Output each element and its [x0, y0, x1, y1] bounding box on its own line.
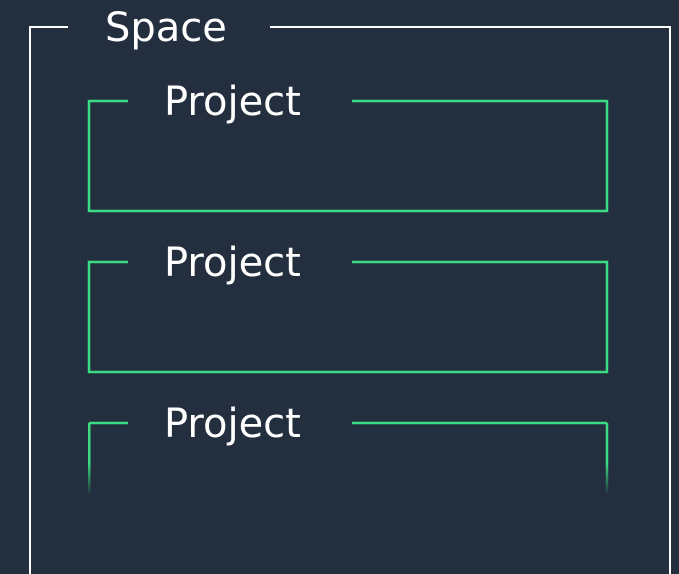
space-project-diagram: [29, 26, 671, 574]
project-label-1: Project: [164, 79, 301, 125]
space-label: Space: [105, 5, 227, 51]
project-label-2: Project: [164, 240, 301, 286]
project-box-3-right-edge: [605, 423, 609, 495]
space-frame: [29, 26, 671, 574]
project-box-3-left-edge: [88, 423, 91, 495]
project-label-3: Project: [164, 401, 301, 447]
